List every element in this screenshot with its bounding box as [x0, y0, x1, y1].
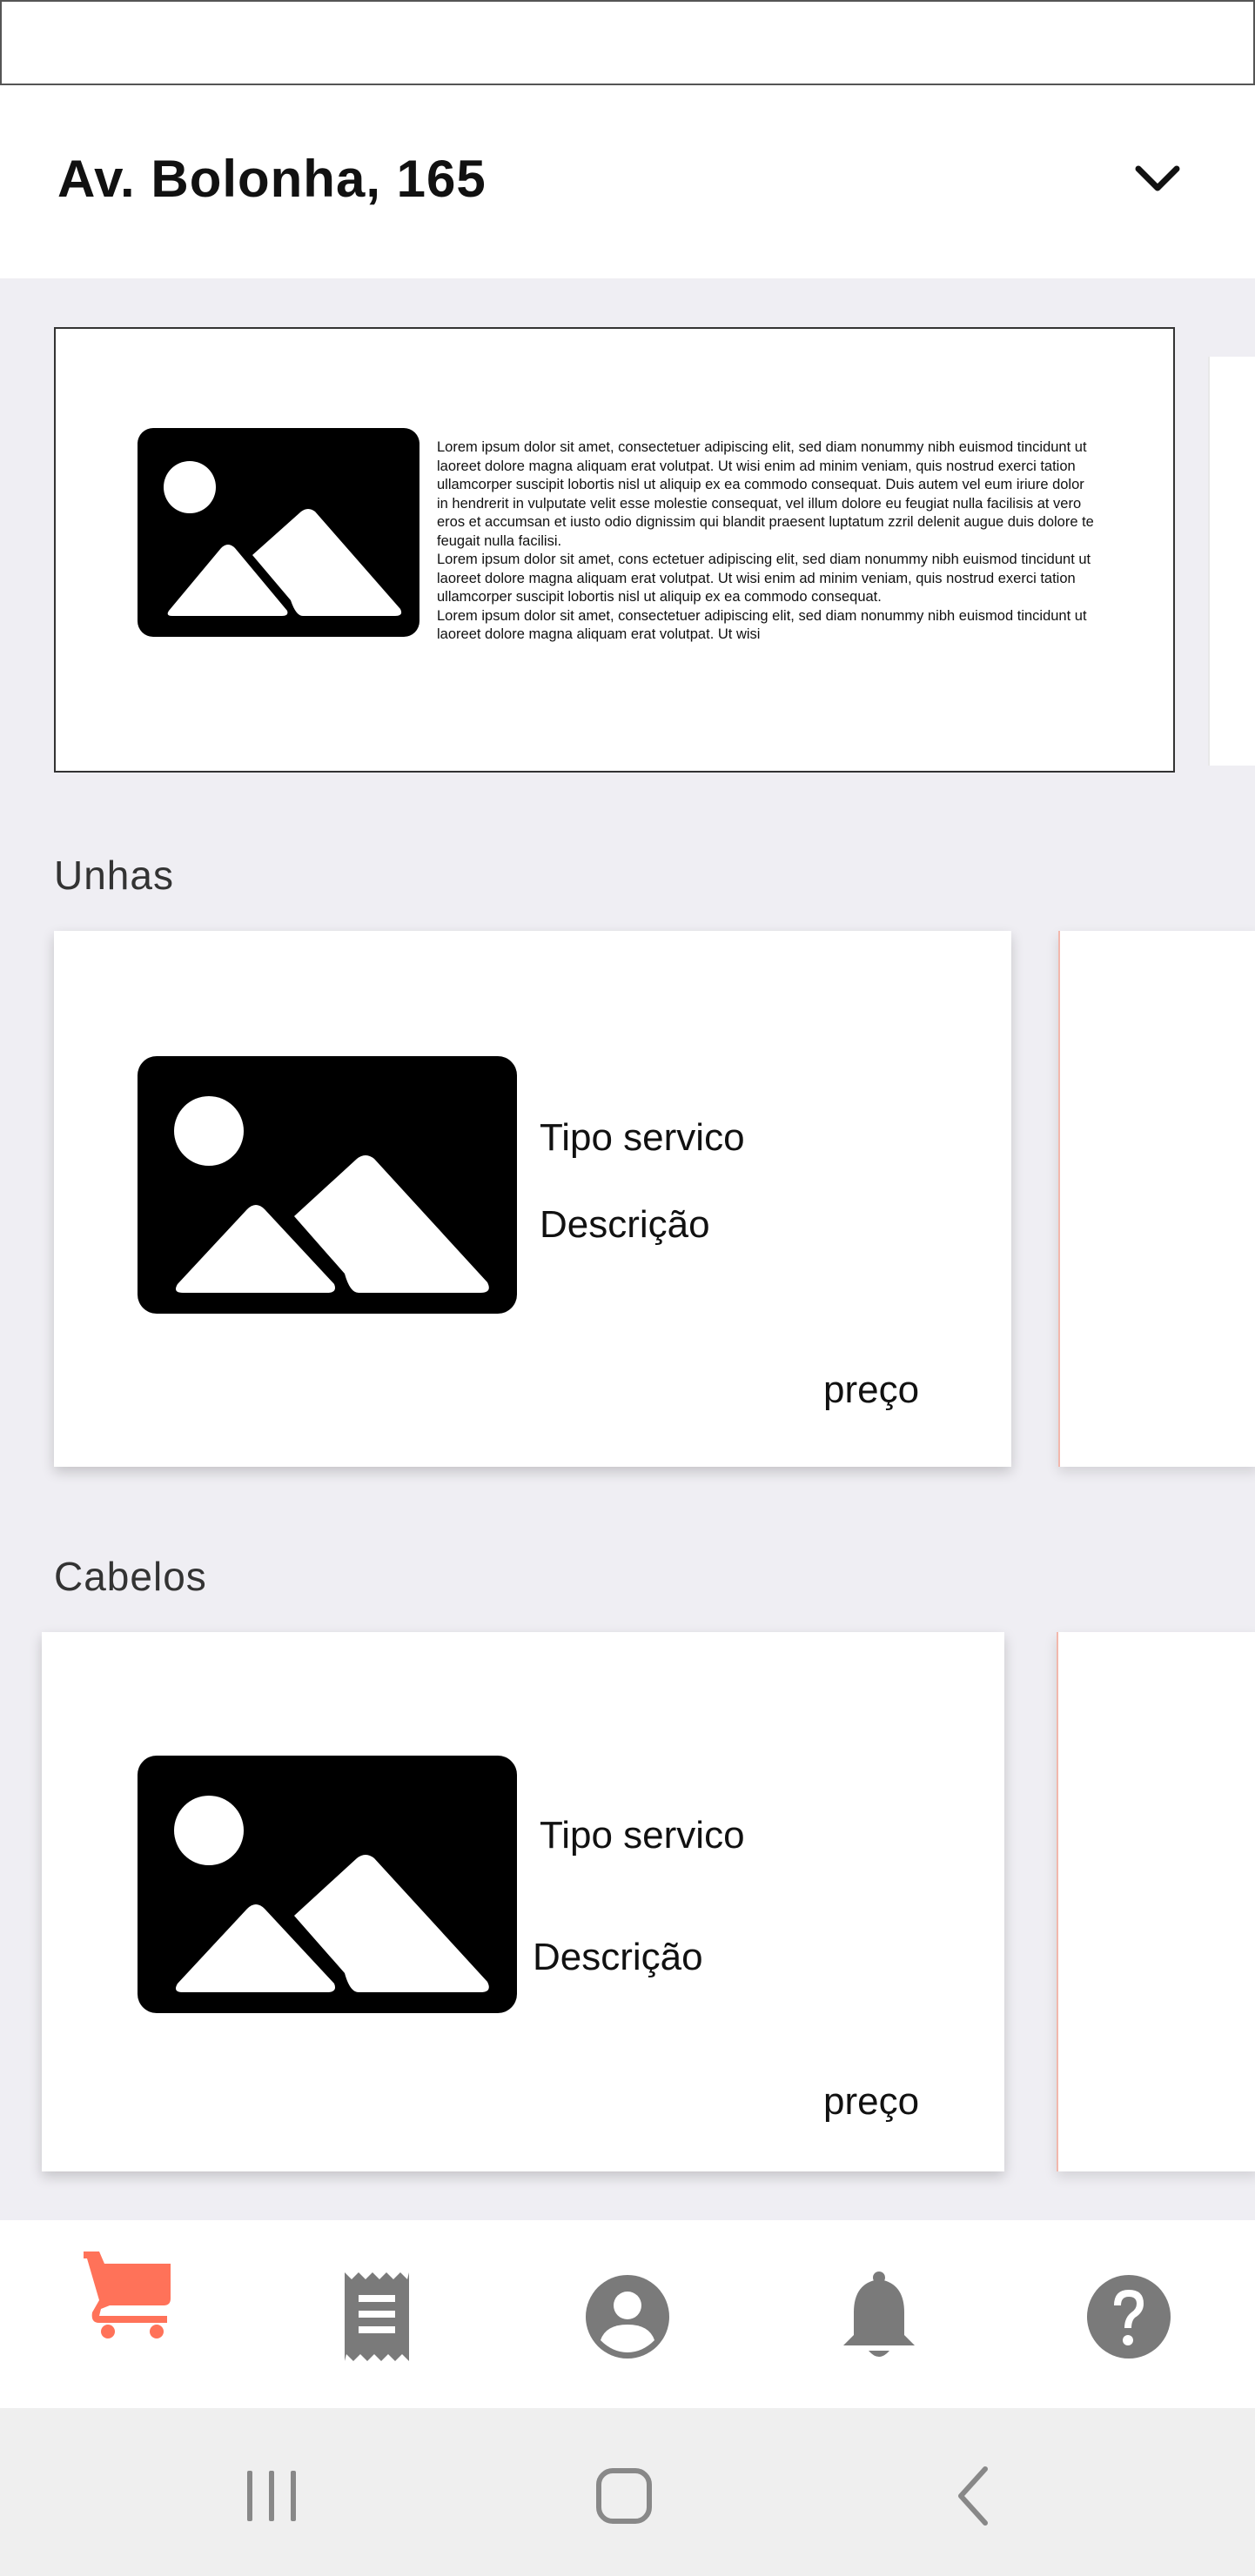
banner-text-line: ullamcorper suscipit lobortis nisl ut al… [437, 477, 1084, 492]
next-banner-peek[interactable] [1208, 357, 1255, 766]
account-icon[interactable] [580, 2269, 675, 2365]
banner-text-line: Lorem ipsum dolor sit amet, cons ectetue… [437, 552, 1091, 567]
receipt-icon[interactable] [329, 2269, 425, 2365]
image-placeholder-icon [138, 1756, 517, 2013]
service-description-label: Descrição [540, 1203, 710, 1246]
help-icon[interactable] [1081, 2269, 1177, 2365]
image-placeholder-icon [138, 428, 419, 637]
banner-text-line: laoreet dolore magna aliquam erat volutp… [437, 570, 1076, 586]
section-title-unhas: Unhas [54, 853, 174, 898]
service-price-label: preço [823, 2080, 920, 2123]
banner-text-line: feugait nulla facilisi. [437, 532, 562, 549]
address-label[interactable]: Av. Bolonha, 165 [57, 148, 487, 211]
recent-apps-icon[interactable] [244, 2467, 299, 2525]
next-card-peek-unhas[interactable] [1058, 931, 1255, 1467]
cart-icon[interactable] [80, 2243, 176, 2338]
service-description-label: Descrição [533, 1936, 703, 1978]
banner-text-line: laoreet dolore magna aliquam erat volutp… [437, 458, 1076, 474]
back-icon[interactable] [952, 2464, 996, 2528]
banner-text-line: ullamcorper suscipit lobortis nisl ut al… [437, 589, 882, 605]
banner-text-line: in hendrerit in vulputate velit esse mol… [437, 495, 1082, 512]
search-bar[interactable] [0, 0, 1255, 85]
chevron-down-icon[interactable] [1131, 162, 1184, 197]
next-card-peek-cabelos[interactable] [1057, 1632, 1255, 2171]
service-type-label: Tipo servico [540, 1814, 745, 1857]
banner-text-line: Lorem ipsum dolor sit amet, consectetuer… [437, 439, 1087, 455]
home-icon[interactable] [594, 2466, 656, 2526]
section-title-cabelos: Cabelos [54, 1554, 207, 1599]
banner-text-line: laoreet dolore magna aliquam erat volutp… [437, 626, 761, 642]
bell-icon[interactable] [831, 2269, 927, 2365]
banner-description: Lorem ipsum dolor sit amet, consectetuer… [437, 438, 1116, 645]
banner-text-line: eros et accumsan et iusto odio dignissim… [437, 514, 1094, 530]
service-price-label: preço [823, 1368, 920, 1411]
service-type-label: Tipo servico [540, 1116, 745, 1159]
image-placeholder-icon [138, 1056, 517, 1314]
banner-text-line: Lorem ipsum dolor sit amet, consectetuer… [437, 607, 1087, 624]
